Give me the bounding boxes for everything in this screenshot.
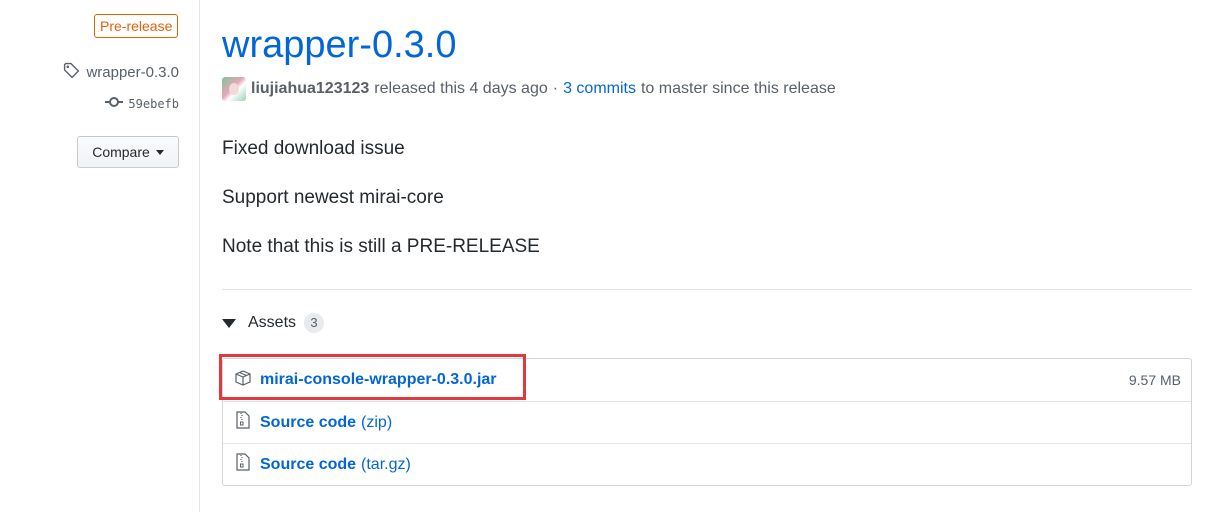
- release-title[interactable]: wrapper-0.3.0: [222, 20, 456, 70]
- asset-size: 9.57 MB: [1128, 372, 1181, 388]
- divider: [222, 289, 1192, 290]
- asset-ext: (tar.gz): [361, 455, 411, 473]
- commit-sha: 59ebefb: [128, 96, 179, 111]
- caret-down-icon: [155, 149, 164, 155]
- triangle-down-icon: [222, 318, 236, 328]
- tag-icon: [63, 62, 80, 83]
- asset-row[interactable]: Source code (tar.gz): [223, 443, 1191, 485]
- assets-count-badge: 3: [304, 313, 325, 333]
- tag-label: wrapper-0.3.0: [86, 64, 179, 81]
- file-zip-icon: [235, 453, 260, 476]
- released-text: released this 4 days ago: [374, 80, 548, 97]
- asset-list: mirai-console-wrapper-0.3.0.jar 9.57 MB …: [219, 354, 1192, 486]
- compare-button[interactable]: Compare: [77, 136, 179, 168]
- asset-row[interactable]: mirai-console-wrapper-0.3.0.jar 9.57 MB: [219, 354, 1191, 401]
- meta-separator: ·: [552, 80, 559, 97]
- avatar[interactable]: [222, 77, 246, 101]
- commit-icon: [105, 95, 124, 112]
- asset-ext: (zip): [361, 413, 393, 431]
- release-page: Pre-release wrapper-0.3.0 59ebefb Compar…: [0, 0, 1210, 512]
- release-sidebar: Pre-release wrapper-0.3.0 59ebefb Compar…: [0, 0, 200, 512]
- release-meta: liujiahua123123 released this 4 days ago…: [222, 77, 836, 101]
- asset-row[interactable]: Source code (zip): [223, 401, 1191, 443]
- release-commit-link[interactable]: 59ebefb: [105, 95, 179, 112]
- package-icon: [235, 369, 260, 392]
- prerelease-badge: Pre-release: [94, 14, 179, 38]
- release-notes: Fixed download issue Support newest mira…: [222, 136, 540, 283]
- assets-toggle[interactable]: Assets 3: [222, 313, 325, 333]
- source-code-zip-link[interactable]: Source code: [260, 414, 356, 432]
- commits-suffix: to master since this release: [640, 80, 836, 97]
- source-code-targz-link[interactable]: Source code: [260, 456, 356, 474]
- assets-label: Assets: [248, 314, 297, 331]
- release-note-line: Fixed download issue: [222, 138, 405, 159]
- compare-button-label: Compare: [92, 144, 150, 160]
- file-zip-icon: [235, 411, 260, 434]
- commits-link[interactable]: 3 commits: [563, 80, 636, 98]
- author-link[interactable]: liujiahua123123: [251, 80, 369, 98]
- asset-download-link[interactable]: mirai-console-wrapper-0.3.0.jar: [260, 371, 497, 389]
- release-tag-link[interactable]: wrapper-0.3.0: [63, 62, 179, 83]
- release-note-line: Note that this is still a PRE-RELEASE: [222, 236, 540, 257]
- release-note-line: Support newest mirai-core: [222, 187, 444, 208]
